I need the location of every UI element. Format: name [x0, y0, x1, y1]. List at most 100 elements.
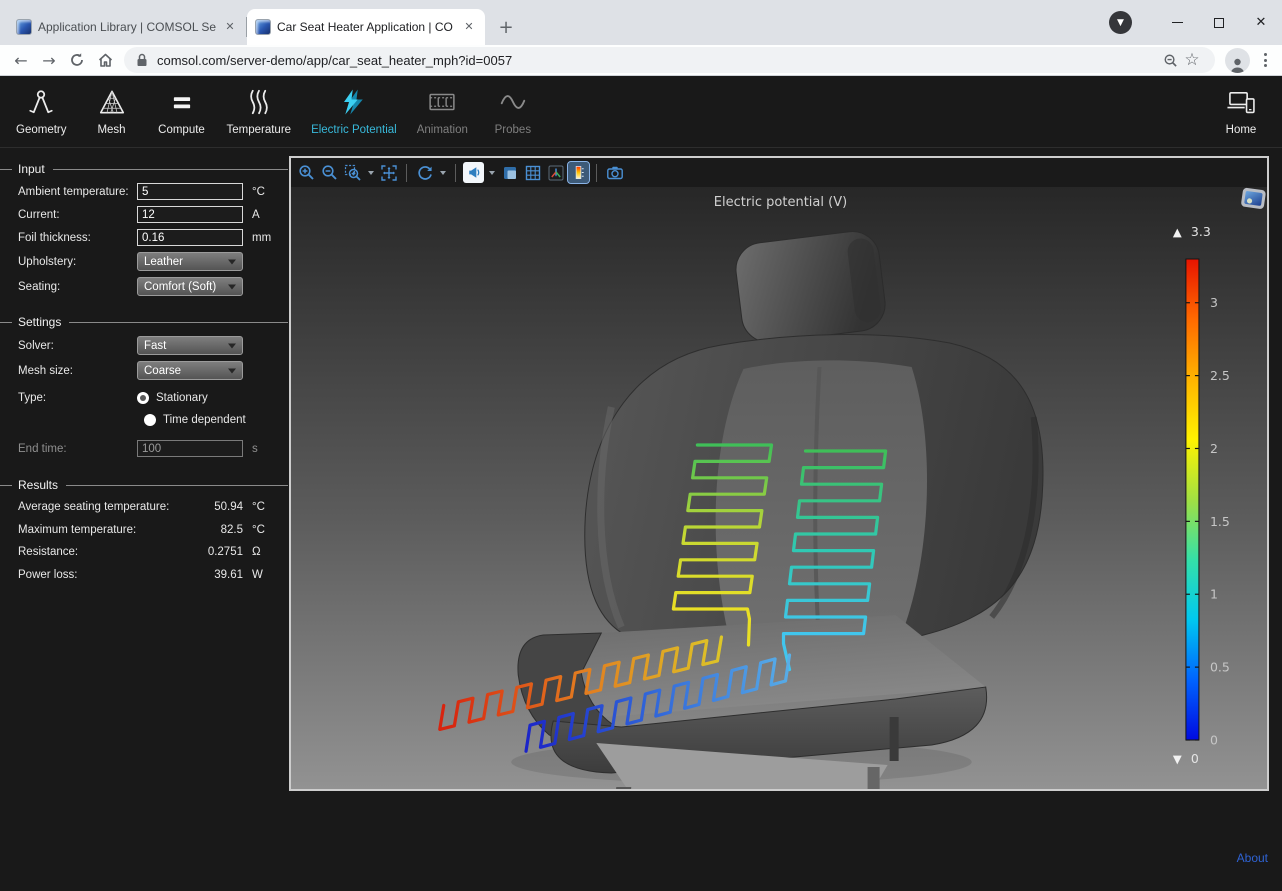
svg-text:0.5: 0.5 — [1210, 660, 1230, 675]
browser-titlebar: Application Library | COMSOL Se ✕ Car Se… — [0, 0, 1282, 45]
zoom-box-menu-caret[interactable] — [365, 162, 376, 183]
mesh-triangle-icon — [97, 87, 127, 117]
graphics-window: Electric potential (V) — [289, 156, 1269, 791]
camera-icon — [606, 164, 624, 182]
bookmark-star-icon[interactable]: ☆ — [1181, 49, 1203, 71]
new-tab-button[interactable]: + — [493, 14, 519, 40]
upholstery-row: Upholstery: Leather — [0, 249, 288, 274]
close-window-button[interactable]: ✕ — [1240, 6, 1282, 40]
seating-row: Seating: Comfort (Soft) — [0, 274, 288, 299]
tab-strip: Application Library | COMSOL Se ✕ Car Se… — [8, 9, 519, 45]
home-button[interactable] — [92, 47, 118, 73]
time-dependent-row: Time dependent — [0, 409, 288, 431]
stationary-radio[interactable] — [137, 392, 149, 404]
maximize-button[interactable] — [1198, 6, 1240, 40]
zoom-in-button[interactable] — [296, 162, 317, 183]
browser-navbar: ← → comsol.com/server-demo/app/car_seat_… — [0, 45, 1282, 76]
tab-close-icon[interactable]: ✕ — [222, 19, 238, 35]
seating-dropdown[interactable]: Comfort (Soft) — [137, 277, 243, 296]
plot-toolbar — [291, 158, 1267, 187]
scene-light-button-active[interactable] — [463, 162, 484, 183]
sine-wave-icon — [498, 87, 528, 117]
color-legend-button-active[interactable] — [568, 162, 589, 183]
ribbon-label: Electric Potential — [311, 124, 397, 136]
reset-view-menu-caret[interactable] — [437, 162, 448, 183]
tab-application-library[interactable]: Application Library | COMSOL Se ✕ — [8, 9, 246, 45]
transparency-button[interactable] — [499, 162, 520, 183]
result-row: Average seating temperature: 50.94 °C — [0, 496, 288, 519]
plot-canvas: Electric potential (V) — [291, 187, 1267, 789]
transparency-icon — [501, 164, 519, 182]
ribbon-temperature-button[interactable]: Temperature — [217, 76, 302, 147]
zoom-out-button[interactable] — [319, 162, 340, 183]
browser-menu-chevron-icon[interactable]: ▼ — [1109, 11, 1132, 34]
comsol-logo — [1241, 187, 1266, 209]
scene-light-icon — [465, 164, 482, 181]
result-value: 39.61 — [197, 569, 243, 581]
field-label: Foil thickness: — [18, 232, 137, 244]
zoom-indicator-icon[interactable] — [1159, 49, 1181, 71]
zoom-in-icon — [298, 164, 315, 181]
dropdown-value: Fast — [144, 340, 166, 352]
film-strip-icon — [427, 87, 457, 117]
field-unit: °C — [252, 186, 265, 198]
axis-orientation-button[interactable] — [545, 162, 566, 183]
ribbon-probes-button[interactable]: Probes — [478, 76, 548, 147]
chevron-down-icon — [368, 171, 374, 178]
grid-button[interactable] — [522, 162, 543, 183]
address-bar[interactable]: comsol.com/server-demo/app/car_seat_heat… — [124, 47, 1215, 73]
zoom-extents-button[interactable] — [378, 162, 399, 183]
tab-close-icon[interactable]: ✕ — [461, 19, 477, 35]
scene-light-menu-caret[interactable] — [486, 162, 497, 183]
reset-view-button[interactable] — [414, 162, 435, 183]
refresh-button[interactable] — [64, 47, 90, 73]
section-title: Results — [18, 478, 58, 492]
ribbon-animation-button[interactable]: Animation — [407, 76, 478, 147]
field-label: Solver: — [18, 340, 137, 352]
window-controls: ▼ ✕ — [1109, 0, 1282, 45]
result-row: Power loss: 39.61 W — [0, 564, 288, 587]
profile-avatar[interactable] — [1225, 48, 1250, 73]
field-label: Type: — [18, 392, 137, 404]
chevron-down-icon — [228, 285, 236, 294]
ribbon-home-button[interactable]: Home — [1206, 76, 1276, 147]
svg-text:2.5: 2.5 — [1210, 368, 1230, 383]
axis-orientation-icon — [547, 164, 565, 182]
ambient-temperature-input[interactable] — [137, 183, 243, 200]
car-seat-3d-view[interactable]: Electric potential (V) — [291, 187, 1267, 789]
solver-dropdown[interactable]: Fast — [137, 336, 243, 355]
foil-thickness-input[interactable] — [137, 229, 243, 246]
ribbon-electric-potential-button[interactable]: Electric Potential — [301, 76, 407, 147]
upholstery-dropdown[interactable]: Leather — [137, 252, 243, 271]
url-text[interactable]: comsol.com/server-demo/app/car_seat_heat… — [157, 53, 1159, 68]
ambient-temperature-row: Ambient temperature: °C — [0, 180, 288, 203]
comsol-favicon — [255, 19, 271, 35]
foil-thickness-row: Foil thickness: mm — [0, 226, 288, 249]
ribbon-mesh-button[interactable]: Mesh — [77, 76, 147, 147]
about-link[interactable]: About — [1237, 851, 1268, 865]
input-section-header: Input — [0, 162, 288, 176]
heat-waves-icon — [244, 87, 274, 117]
minimize-button[interactable] — [1156, 6, 1198, 40]
settings-section-header: Settings — [0, 315, 288, 329]
forward-button[interactable]: → — [36, 47, 62, 73]
result-label: Average seating temperature: — [18, 501, 197, 513]
ribbon-geometry-button[interactable]: Geometry — [6, 76, 77, 147]
current-input[interactable] — [137, 206, 243, 223]
toolbar-separator — [596, 164, 597, 182]
mesh-size-dropdown[interactable]: Coarse — [137, 361, 243, 380]
grid-icon — [524, 164, 542, 182]
max-marker-icon: ▲ — [1173, 225, 1182, 239]
parameter-sidebar: Input Ambient temperature: °C Current: A… — [0, 148, 288, 791]
browser-menu-button[interactable] — [1256, 53, 1274, 67]
ribbon-compute-button[interactable]: Compute — [147, 76, 217, 147]
magnifier-minus-icon — [1163, 53, 1178, 68]
back-button[interactable]: ← — [8, 47, 34, 73]
snapshot-button[interactable] — [604, 162, 625, 183]
tab-car-seat-heater[interactable]: Car Seat Heater Application | CO ✕ — [247, 9, 485, 45]
field-label: Ambient temperature: — [18, 186, 137, 198]
chevron-down-icon — [228, 369, 236, 378]
home-icon — [97, 52, 114, 69]
zoom-box-button[interactable] — [342, 162, 363, 183]
time-dependent-radio[interactable] — [144, 414, 156, 426]
